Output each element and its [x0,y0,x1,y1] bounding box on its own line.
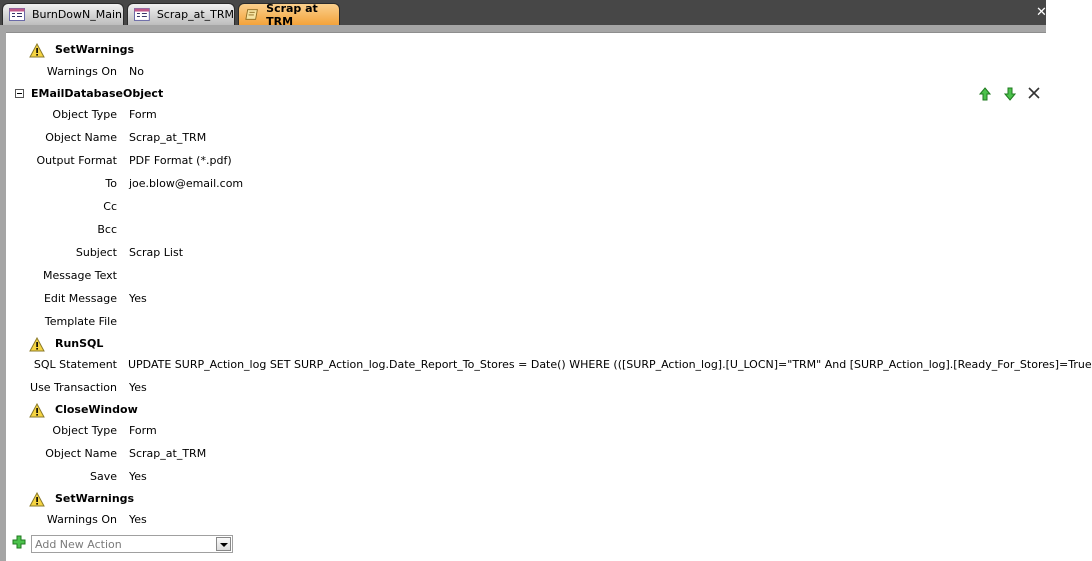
add-new-action-placeholder: Add New Action [35,538,122,551]
form-icon [134,8,150,21]
argument-label: Output Format [36,154,117,167]
action-emaildatabaseobject[interactable]: EMailDatabaseObject [31,85,163,103]
tab-scrap-at-trm-form[interactable]: Scrap_at_TRM [127,3,235,25]
close-document-button[interactable]: ✕ [1036,5,1047,20]
form-icon [9,8,25,21]
argument-label: Warnings On [46,513,117,526]
argument-value[interactable]: Yes [129,379,147,397]
tab-label: Scrap at TRM [266,1,318,28]
argument-value[interactable]: Form [129,422,157,440]
argument-label: Save [89,470,117,483]
move-down-icon[interactable] [1004,87,1016,101]
argument-label: Object Type [52,108,117,121]
argument-value[interactable]: Yes [129,511,147,529]
argument-label: Bcc [97,223,117,236]
argument-label: To [105,177,117,190]
argument-value[interactable]: No [129,63,144,81]
argument-label: SQL Statement [33,358,117,371]
argument-value[interactable]: Yes [129,468,147,486]
argument-label: Template File [44,315,117,328]
warning-icon [29,403,45,418]
tab-label: Scrap_at_TRM [156,8,234,21]
move-up-icon[interactable] [979,87,991,101]
tab-scrap-at-trm-macro[interactable]: Scrap at TRM [238,1,340,28]
argument-value[interactable]: Yes [129,290,147,308]
tab-label: BurnDowN_Main [32,8,123,21]
tab-strip-border [0,25,1046,33]
action-setwarnings-2[interactable]: SetWarnings [55,490,134,508]
sql-statement-value[interactable]: UPDATE SURP_Action_log SET SURP_Action_l… [128,356,1092,374]
argument-label: Message Text [43,269,117,282]
argument-label: Object Name [45,131,117,144]
document-tab-bar: BurnDowN_Main Scrap_at_TRM Scrap at TRM [0,0,1046,28]
argument-value[interactable]: Form [129,106,157,124]
argument-label: Use Transaction [30,381,117,394]
action-runsql[interactable]: RunSQL [55,335,103,353]
warning-icon [29,43,45,58]
argument-label: Subject [75,246,117,259]
argument-label: Object Name [45,447,117,460]
add-new-action-combobox[interactable]: Add New Action [31,535,233,553]
argument-label: Object Type [52,424,117,437]
delete-action-icon[interactable] [1028,87,1040,99]
warning-icon [29,492,45,507]
collapse-toggle[interactable] [15,89,24,98]
argument-label: Edit Message [43,292,117,305]
action-closewindow[interactable]: CloseWindow [55,401,138,419]
argument-value[interactable]: joe.blow@email.com [129,175,243,193]
add-action-plus-icon[interactable] [12,535,26,549]
tab-burndown-main[interactable]: BurnDowN_Main [2,3,124,25]
argument-value[interactable]: Scrap List [129,244,183,262]
action-setwarnings-1[interactable]: SetWarnings [55,41,134,59]
warning-icon [29,337,45,352]
argument-value[interactable]: PDF Format (*.pdf) [129,152,232,170]
argument-value[interactable]: Scrap_at_TRM [129,445,206,463]
macro-scroll-icon [245,9,258,20]
argument-label: Warnings On [46,65,117,78]
dropdown-arrow-icon[interactable] [216,537,231,551]
argument-value[interactable]: Scrap_at_TRM [129,129,206,147]
argument-label: Cc [103,200,117,213]
